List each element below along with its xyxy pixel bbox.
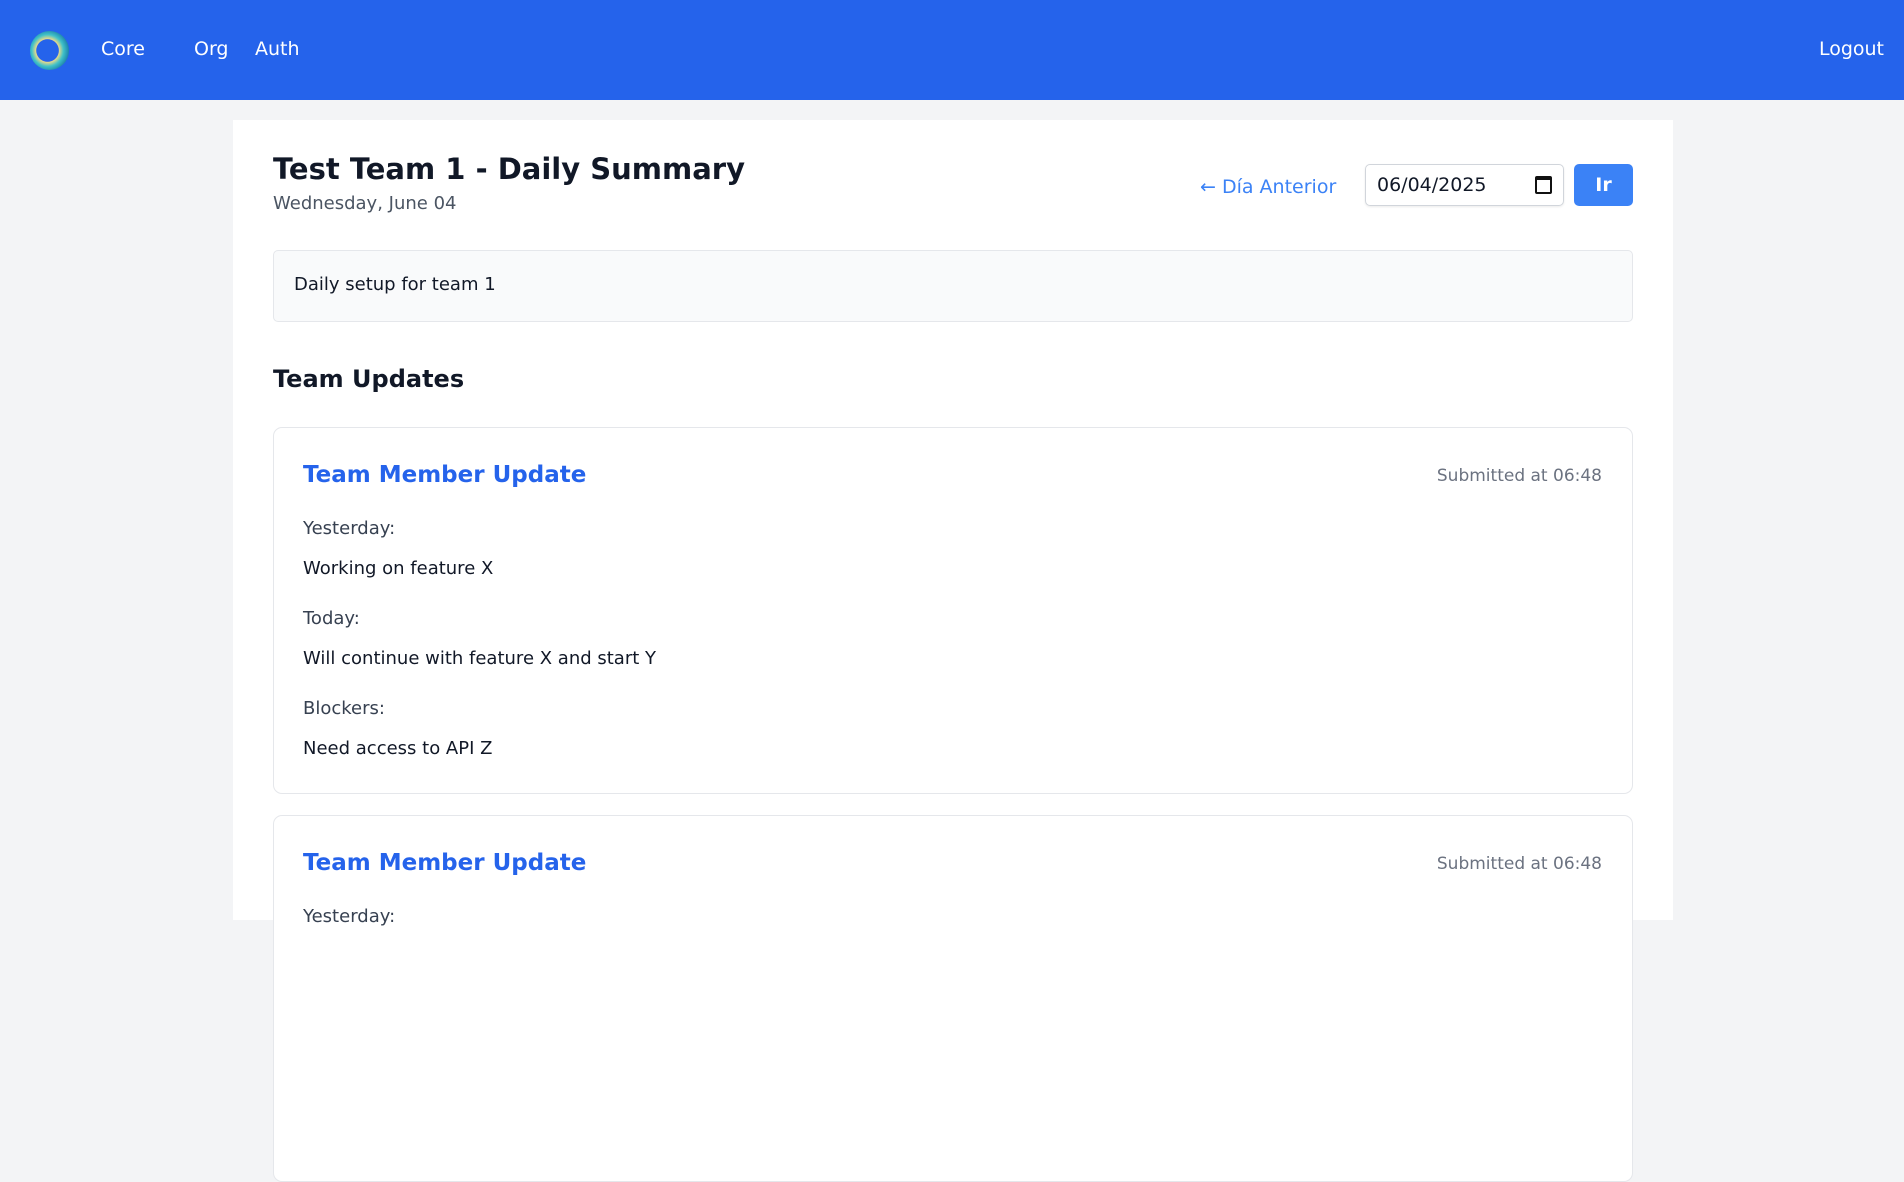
- page-subtitle: Wednesday, June 04: [273, 193, 457, 214]
- page-title: Test Team 1 - Daily Summary: [273, 152, 745, 186]
- submitted-time: Submitted at 06:48: [1436, 854, 1602, 874]
- update-card: Team Member Update Submitted at 06:48 Ye…: [273, 427, 1633, 794]
- nav-org[interactable]: Org: [194, 38, 229, 60]
- update-title: Team Member Update: [303, 850, 587, 876]
- go-button[interactable]: Ir: [1574, 164, 1633, 206]
- nav-auth[interactable]: Auth: [255, 38, 300, 60]
- logout-link[interactable]: Logout: [1819, 38, 1884, 60]
- team-description: Daily setup for team 1: [273, 250, 1633, 322]
- yesterday-label: Yesterday:: [303, 518, 396, 539]
- date-value: 06/04/2025: [1377, 174, 1487, 196]
- blockers-text: Need access to API Z: [303, 738, 493, 759]
- today-text: Will continue with feature X and start Y: [303, 648, 657, 669]
- today-label: Today:: [303, 608, 360, 629]
- section-title: Team Updates: [273, 365, 465, 393]
- logo-icon[interactable]: [30, 31, 69, 70]
- submitted-time: Submitted at 06:48: [1436, 466, 1602, 486]
- yesterday-label: Yesterday:: [303, 906, 396, 927]
- blockers-label: Blockers:: [303, 698, 385, 719]
- yesterday-text: Working on feature X: [303, 558, 494, 579]
- update-card: Team Member Update Submitted at 06:48 Ye…: [273, 815, 1633, 1182]
- summary-card: Test Team 1 - Daily Summary Wednesday, J…: [233, 120, 1673, 1182]
- previous-day-link[interactable]: ← Día Anterior: [1200, 176, 1336, 198]
- nav-core[interactable]: Core: [101, 38, 145, 60]
- update-title: Team Member Update: [303, 462, 587, 488]
- calendar-icon[interactable]: [1535, 176, 1552, 194]
- date-input[interactable]: 06/04/2025: [1365, 164, 1564, 206]
- top-navbar: Core Org Auth Logout: [0, 0, 1904, 100]
